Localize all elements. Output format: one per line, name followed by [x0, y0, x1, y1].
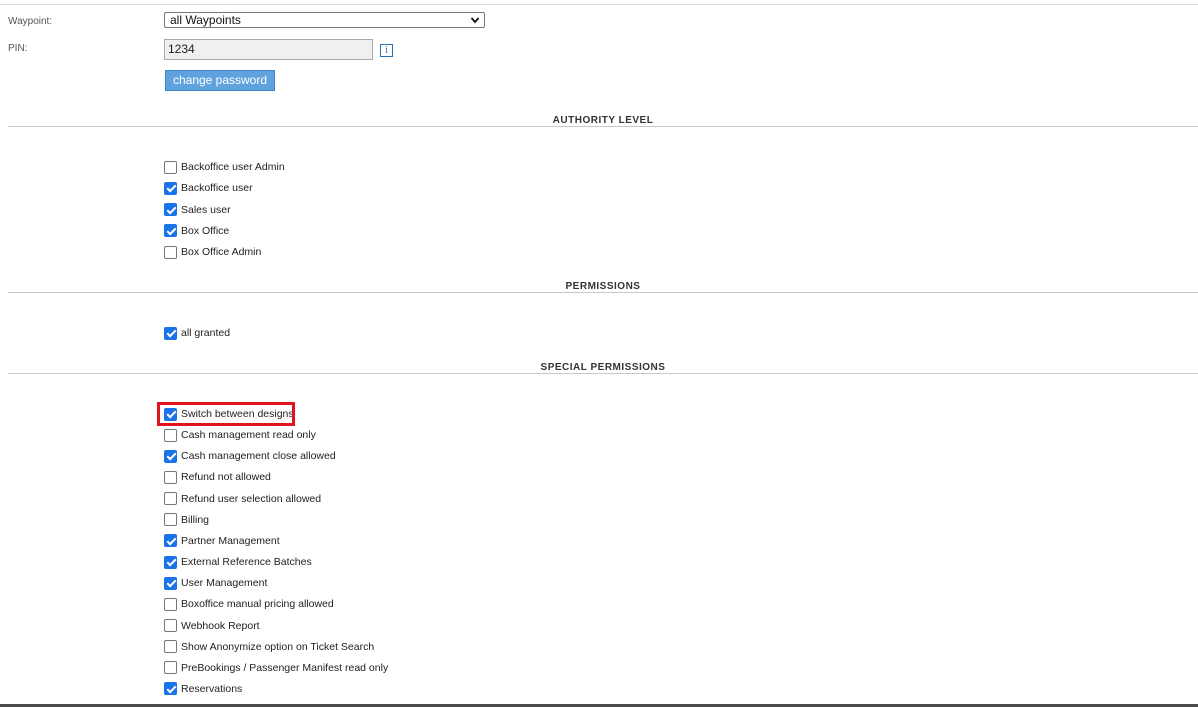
special-permissions-heading: SPECIAL PERMISSIONS: [540, 362, 666, 373]
checkbox-label[interactable]: Boxoffice manual pricing allowed: [181, 598, 334, 610]
checkbox-label[interactable]: Refund not allowed: [181, 471, 271, 483]
checkbox-label[interactable]: User Management: [181, 577, 267, 589]
checkbox-label[interactable]: Billing: [181, 514, 209, 526]
checkbox-row[interactable]: User Management: [164, 576, 267, 590]
permissions-heading: PERMISSIONS: [565, 281, 641, 292]
checkbox-label[interactable]: Partner Management: [181, 535, 280, 547]
checkbox-label[interactable]: Reservations: [181, 683, 242, 695]
checkbox-unchecked[interactable]: [164, 619, 177, 632]
checkbox-checked[interactable]: [164, 449, 177, 463]
checkbox-checked[interactable]: [164, 555, 177, 569]
checkbox-unchecked[interactable]: [164, 245, 177, 259]
checkbox-label[interactable]: Backoffice user Admin: [181, 161, 285, 173]
checkbox-row[interactable]: Box Office Admin: [164, 245, 261, 259]
checkbox-label[interactable]: Box Office: [181, 225, 229, 237]
change-password-button[interactable]: change password: [165, 70, 275, 91]
authority-divider: [8, 126, 1198, 127]
checkbox-checked[interactable]: [164, 224, 177, 238]
waypoint-select[interactable]: all Waypoints: [164, 12, 485, 28]
checkbox-row[interactable]: Cash management close allowed: [164, 449, 336, 463]
checkbox-row[interactable]: Backoffice user: [164, 181, 253, 195]
checkbox-row[interactable]: Cash management read only: [164, 428, 316, 442]
chevron-down-icon: [470, 17, 480, 24]
checkbox-checked[interactable]: [164, 326, 177, 340]
checkbox-label[interactable]: Cash management close allowed: [181, 450, 336, 462]
checkbox-row[interactable]: Reservations: [164, 682, 242, 696]
waypoint-label: Waypoint:: [8, 16, 53, 27]
checkbox-label[interactable]: Refund user selection allowed: [181, 493, 321, 505]
checkbox-label[interactable]: PreBookings / Passenger Manifest read on…: [181, 662, 388, 674]
checkbox-row[interactable]: PreBookings / Passenger Manifest read on…: [164, 661, 388, 675]
special-permissions-divider: [8, 373, 1198, 374]
checkbox-unchecked[interactable]: [164, 428, 177, 442]
checkbox-row[interactable]: Box Office: [164, 224, 229, 238]
checkbox-row[interactable]: Backoffice user Admin: [164, 160, 285, 174]
checkbox-row[interactable]: Partner Management: [164, 534, 280, 548]
highlight-box: [157, 402, 295, 426]
checkbox-unchecked[interactable]: [164, 597, 177, 611]
checkbox-checked[interactable]: [164, 181, 177, 195]
checkbox-row[interactable]: Refund not allowed: [164, 470, 271, 484]
checkbox-checked[interactable]: [164, 576, 177, 590]
checkbox-row[interactable]: Webhook Report: [164, 619, 260, 633]
waypoint-select-value: all Waypoints: [170, 13, 241, 27]
checkbox-checked[interactable]: [164, 682, 177, 696]
checkbox-label[interactable]: Box Office Admin: [181, 246, 261, 258]
checkbox-label[interactable]: all granted: [181, 327, 230, 339]
checkbox-label[interactable]: Sales user: [181, 204, 231, 216]
permissions-divider: [8, 292, 1198, 293]
checkbox-row[interactable]: External Reference Batches: [164, 555, 312, 569]
info-icon[interactable]: i: [380, 44, 393, 57]
authority-level-heading: AUTHORITY LEVEL: [552, 115, 654, 126]
checkbox-label[interactable]: External Reference Batches: [181, 556, 312, 568]
checkbox-label[interactable]: Webhook Report: [181, 620, 260, 632]
checkbox-checked[interactable]: [164, 203, 177, 216]
checkbox-label[interactable]: Cash management read only: [181, 429, 316, 441]
checkbox-unchecked[interactable]: [164, 661, 177, 675]
checkbox-row[interactable]: Sales user: [164, 203, 231, 217]
checkbox-row[interactable]: Billing: [164, 513, 209, 527]
pin-label: PIN:: [8, 43, 28, 54]
pin-field[interactable]: 1234: [164, 39, 373, 60]
checkbox-unchecked[interactable]: [164, 492, 177, 506]
checkbox-row[interactable]: all granted: [164, 326, 230, 340]
checkbox-label[interactable]: Show Anonymize option on Ticket Search: [181, 641, 374, 653]
top-divider: [0, 4, 1198, 5]
checkbox-label[interactable]: Backoffice user: [181, 182, 253, 194]
checkbox-unchecked[interactable]: [164, 160, 177, 174]
checkbox-row[interactable]: Boxoffice manual pricing allowed: [164, 597, 334, 611]
checkbox-unchecked[interactable]: [164, 470, 177, 484]
checkbox-unchecked[interactable]: [164, 640, 177, 654]
checkbox-unchecked[interactable]: [164, 513, 177, 527]
checkbox-row[interactable]: Show Anonymize option on Ticket Search: [164, 640, 374, 654]
checkbox-checked[interactable]: [164, 534, 177, 548]
checkbox-row[interactable]: Refund user selection allowed: [164, 492, 321, 506]
